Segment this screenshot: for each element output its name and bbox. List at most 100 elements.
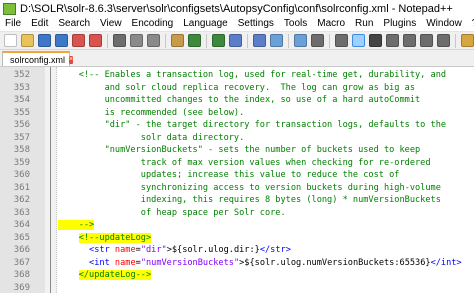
code-line[interactable]: 363 of heap space per Solr core. [0,207,474,220]
line-number: 357 [13,132,30,143]
code-token: <str [89,245,115,255]
sync-h-icon[interactable] [335,34,348,47]
line-code: of heap space per Solr core. [58,207,286,220]
line-number: 358 [13,145,30,155]
toolbar [0,31,474,50]
code-line[interactable]: 362 indexing, this requires 8 bytes (lon… [0,194,474,207]
paste-icon[interactable] [171,34,184,47]
menu-language[interactable]: Language [178,17,233,31]
folder-workspace-icon[interactable] [461,34,474,47]
copy-icon[interactable] [147,34,160,47]
code-line[interactable]: 352 <!-- Enables a transaction log, used… [0,69,474,82]
line-number: 359 [13,157,30,168]
find-icon[interactable] [229,34,242,47]
notepad-plus-plus-window: D:\SOLR\solr-8.6.3\server\solr\configset… [0,0,474,293]
line-number: 355 [13,107,30,118]
close-icon[interactable] [72,34,85,47]
line-code: indexing, this requires 8 bytes (long) *… [58,194,441,207]
toolbar-separator [288,33,289,48]
menu-run[interactable]: Run [350,17,378,31]
code-line[interactable]: 359 track of max version values when che… [0,157,474,170]
redo-icon[interactable] [212,34,225,47]
function-list-icon[interactable] [437,34,450,47]
zoom-out-icon[interactable] [294,34,307,47]
code-line[interactable]: 354 uncommitted changes to the index, so… [0,94,474,107]
print-icon[interactable] [113,34,126,47]
line-code: track of max version values when checkin… [58,157,431,170]
code-token: track of max version values when checkin… [58,157,431,168]
line-number: 363 [13,207,30,218]
code-token: </int> [430,257,462,268]
code-line[interactable]: 366 <str name="dir">${solr.ulog.dir:}</s… [0,244,474,257]
tab-close-icon[interactable]: × [69,55,74,64]
menu-settings[interactable]: Settings [233,17,279,31]
tab-solrconfig-xml[interactable]: solrconfig.xml × [2,51,74,66]
line-number: 365 [13,232,30,243]
line-number: 367 [13,257,30,268]
menu-encoding[interactable]: Encoding [127,17,179,31]
menu-tools[interactable]: Tools [279,17,312,31]
menu-macro[interactable]: Macro [312,17,350,31]
lang-icon[interactable] [403,34,416,47]
new-file-icon[interactable] [4,34,17,47]
zoom-in-icon[interactable] [270,34,283,47]
code-token: >${solr.ulog.dir:} [166,245,260,255]
code-line[interactable]: 361 synchronizing access to version buck… [0,182,474,195]
cut-icon[interactable] [130,34,143,47]
line-code: --> [58,219,95,232]
title-bar: D:\SOLR\solr-8.6.3\server\solr\configset… [0,0,474,18]
menu-file[interactable]: File [0,17,26,31]
code-line[interactable]: 355 is recommended (see below). [0,107,474,120]
toolbar-separator [107,33,108,48]
show-all-chars-icon[interactable] [369,34,382,47]
sync-v-icon[interactable] [311,34,324,47]
code-editor[interactable]: 352 <!-- Enables a transaction log, used… [0,67,474,293]
menu-plugins[interactable]: Plugins [378,17,421,31]
menu-view[interactable]: View [95,17,127,31]
word-wrap-icon[interactable] [352,34,365,47]
doc-map-icon[interactable] [420,34,433,47]
code-token: updates; increase this value to reduce t… [58,170,400,180]
menu-edit[interactable]: Edit [26,17,53,31]
code-line[interactable]: 368 </updateLog--> [0,269,474,282]
highlighted-token: --> [58,220,95,230]
open-icon[interactable] [21,34,34,47]
line-number: 364 [13,220,30,230]
code-line[interactable]: 367 <int name="numVersionBuckets">${solr… [0,257,474,270]
code-line[interactable]: 364 --> [0,219,474,232]
line-number: 362 [13,195,30,205]
replace-icon[interactable] [253,34,266,47]
code-token: name [114,245,136,255]
close-all-icon[interactable] [89,34,102,47]
line-code: <!--updateLog> [58,232,152,245]
code-line[interactable]: 358 "numVersionBuckets" - sets the numbe… [0,144,474,157]
notepad-plus-plus-logo-icon [3,2,16,15]
line-code: "numVersionBuckets" - sets the number of… [58,144,421,157]
tab-bar: solrconfig.xml × [0,50,474,67]
code-line[interactable]: 365 <!--updateLog> [0,232,474,245]
toolbar-separator [455,33,456,48]
menu-help[interactable]: ? [467,17,474,31]
code-token: "numVersionBuckets" - sets the number of… [58,145,421,155]
indent-guide-icon[interactable] [386,34,399,47]
line-code: solr data directory. [58,132,244,145]
code-line[interactable]: 353 and solr cloud replica recovery. The… [0,82,474,95]
menu-search[interactable]: Search [53,17,95,31]
menu-window[interactable]: Window [421,17,467,31]
line-code: <int name="numVersionBuckets">${solr.ulo… [58,257,462,270]
code-token: solr data directory. [58,132,245,143]
code-token: and solr cloud replica recovery. The log… [58,82,415,93]
code-token: uncommitted changes to the index, so use… [58,95,421,105]
save-all-icon[interactable] [55,34,68,47]
highlighted-token: <!--updateLog> [78,232,152,243]
code-line[interactable]: 369 [0,282,474,293]
code-line[interactable]: 360 updates; increase this value to redu… [0,169,474,182]
line-code: <!-- Enables a transaction log, used for… [58,69,446,82]
code-line[interactable]: 356 "dir" - the target directory for tra… [0,119,474,132]
line-code: is recommended (see below). [58,107,245,120]
undo-icon[interactable] [188,34,201,47]
code-line[interactable]: 357 solr data directory. [0,132,474,145]
save-icon[interactable] [38,34,51,47]
